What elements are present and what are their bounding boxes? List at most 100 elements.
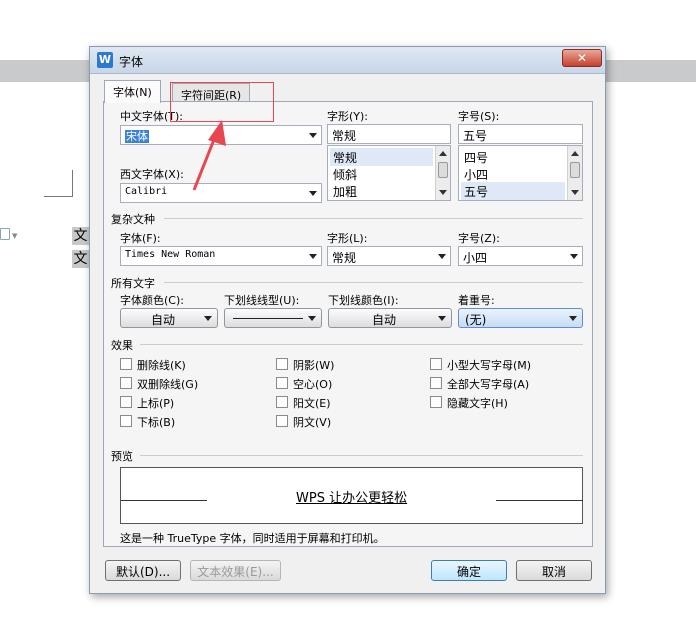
preview-sample-text: WPS 让办公更轻松 [296,491,408,506]
section-divider [140,455,583,456]
section-divider [164,282,583,283]
underline-color-label: 下划线颜色(I): [328,294,399,307]
underline-type-select[interactable] [224,308,322,328]
dialog-titlebar[interactable]: W 字体 ✕ [90,47,605,74]
wps-app-icon: W [97,52,113,68]
size-listbox[interactable]: 四号 小四 五号 [458,145,583,201]
emphasis-select[interactable]: (无) [458,308,583,328]
outline-checkbox[interactable] [276,377,288,389]
size-label: 字号(S): [458,110,500,123]
text-effect-button[interactable]: 文本效果(E)... [190,560,281,581]
size-option-small-4[interactable]: 小四 [461,165,565,183]
all-caps-checkbox[interactable] [430,377,442,389]
background-page-edge [72,170,73,197]
chevron-down-icon: ▼ [12,232,18,240]
complex-font-label: 字体(F): [120,232,161,245]
all-text-section-title: 所有文字 [111,277,155,290]
font-dialog: W 字体 ✕ 字体(N) 字符间距(R) 中文字体(T): 宋体 西文字体(X)… [89,46,606,594]
annotation-highlight-box [170,82,274,122]
complex-size-value: 小四 [463,251,488,265]
size-input[interactable]: 五号 [458,124,583,144]
default-button[interactable]: 默认(D)... [105,560,181,581]
preview-baseline-left [121,500,207,501]
preview-baseline-right [496,500,583,501]
effects-section-title: 效果 [111,339,133,352]
close-icon: ✕ [576,51,588,65]
underline-color-select[interactable]: 自动 [328,308,452,328]
subscript-label: 下标(B) [137,416,176,429]
font-color-value: 自动 [150,313,175,327]
complex-style-select[interactable]: 常规 [327,246,451,266]
western-font-value: Calibri [125,186,168,197]
background-doc-char: 文 [72,227,89,245]
style-option-italic[interactable]: 倾斜 [330,165,433,183]
ok-button[interactable]: 确定 [431,560,507,581]
preview-note: 这是一种 TrueType 字体，同时适用于屏幕和打印机。 [120,532,385,545]
chevron-down-icon [570,254,578,259]
scroll-down-icon[interactable] [439,190,447,195]
cancel-button[interactable]: 取消 [516,560,592,581]
style-scrollbar[interactable] [435,146,450,200]
complex-font-value: Times New Roman [125,249,216,260]
size-option-5[interactable]: 五号 [461,182,565,200]
underline-color-value: 自动 [371,313,396,327]
document-icon [0,228,10,240]
section-divider [164,218,583,219]
strikethrough-checkbox[interactable] [120,358,132,370]
shadow-checkbox[interactable] [276,358,288,370]
chevron-down-icon [569,316,577,321]
subscript-checkbox[interactable] [120,415,132,427]
superscript-label: 上标(P) [137,397,175,410]
scroll-thumb[interactable] [570,162,580,178]
style-option-regular[interactable]: 常规 [330,148,433,166]
scroll-up-icon[interactable] [571,151,579,156]
emboss-checkbox[interactable] [276,396,288,408]
chevron-down-icon [438,254,446,259]
double-strikethrough-checkbox[interactable] [120,377,132,389]
all-caps-label: 全部大写字母(A) [447,378,530,391]
annotation-arrow-icon [192,120,226,191]
preview-section-title: 预览 [111,450,133,463]
background-doc-char: 文 [72,250,89,268]
complex-size-label: 字号(Z): [458,232,500,245]
complex-font-select[interactable]: Times New Roman [120,246,322,266]
style-listbox[interactable]: 常规 倾斜 加粗 [327,145,451,201]
size-option-4[interactable]: 四号 [461,148,565,166]
complex-size-select[interactable]: 小四 [458,246,583,266]
font-color-select[interactable]: 自动 [120,308,218,328]
emboss-label: 阳文(E) [293,397,331,410]
western-font-label: 西文字体(X): [120,168,184,181]
scroll-down-icon[interactable] [571,190,579,195]
font-color-label: 字体颜色(C): [120,294,184,307]
annotation-arrow-head [208,120,226,146]
size-scrollbar[interactable] [567,146,582,200]
shadow-label: 阴影(W) [293,359,335,372]
chevron-down-icon [204,316,212,321]
scroll-thumb[interactable] [438,162,448,178]
double-strikethrough-label: 双删除线(G) [137,378,199,391]
background-page-corner [44,196,72,197]
chevron-down-icon [308,316,316,321]
small-caps-label: 小型大写字母(M) [447,359,532,372]
emphasis-label: 着重号: [458,294,495,307]
chevron-down-icon [438,316,446,321]
emphasis-value: (无) [465,313,487,327]
tab-font[interactable]: 字体(N) [104,80,161,103]
style-input[interactable]: 常规 [327,124,451,144]
underline-type-label: 下划线线型(U): [224,294,300,307]
scroll-up-icon[interactable] [439,151,447,156]
section-divider [140,344,583,345]
small-caps-checkbox[interactable] [430,358,442,370]
style-label: 字形(Y): [327,110,369,123]
engrave-checkbox[interactable] [276,415,288,427]
complex-style-value: 常规 [332,251,357,265]
outline-label: 空心(O) [293,378,333,391]
preview-box: WPS 让办公更轻松 [120,467,583,524]
engrave-label: 阴文(V) [293,416,332,429]
hidden-text-checkbox[interactable] [430,396,442,408]
style-option-bold[interactable]: 加粗 [330,182,433,200]
superscript-checkbox[interactable] [120,396,132,408]
close-button[interactable]: ✕ [562,49,602,67]
chevron-down-icon [309,254,317,259]
chinese-font-value: 宋体 [125,130,149,143]
